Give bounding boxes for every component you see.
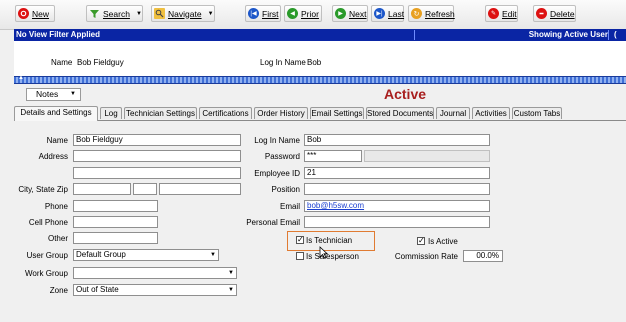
tab-custom-tabs[interactable]: Custom Tabs	[512, 107, 562, 119]
state-field[interactable]	[133, 183, 157, 195]
divider	[608, 30, 609, 40]
position-field[interactable]	[304, 183, 490, 195]
zone-label: Zone	[49, 286, 68, 295]
is-salesperson-label: Is Salesperson	[306, 252, 359, 261]
first-button[interactable]: |◀ First	[245, 5, 281, 22]
search-icon	[89, 8, 100, 19]
mouse-pointer-icon	[319, 246, 329, 261]
login-name-field[interactable]: Bob	[304, 134, 490, 146]
user-group-label: User Group	[26, 251, 68, 260]
filter-status: No View Filter Applied	[16, 30, 101, 39]
navigate-icon	[154, 8, 165, 19]
chevron-down-icon: ▼	[228, 270, 234, 276]
password-field[interactable]: ***	[304, 150, 362, 162]
address-line2-field[interactable]	[73, 167, 241, 179]
name-label: Name	[46, 136, 68, 145]
chevron-down-icon: ▼	[70, 91, 76, 97]
delete-button[interactable]: Delete	[533, 5, 576, 22]
user-group-select[interactable]: Default Group ▼	[73, 249, 219, 261]
tab-stored-documents[interactable]: Stored Documents	[366, 107, 434, 119]
collapse-arrow-icon[interactable]: ▲	[18, 75, 24, 81]
cell-phone-label: Cell Phone	[28, 218, 68, 227]
city-state-zip-label: City, State Zip	[18, 185, 68, 194]
splitter-bar[interactable]	[14, 76, 626, 84]
first-icon: |◀	[248, 8, 259, 19]
is-technician-label: Is Technician	[306, 236, 353, 245]
tab-journal[interactable]: Journal	[436, 107, 470, 119]
active-status: Active	[384, 86, 427, 102]
header-name-label: Name	[51, 58, 73, 67]
zip-field[interactable]	[159, 183, 241, 195]
refresh-icon: ↻	[411, 8, 422, 19]
record-header: Name Bob Fieldguy Log In Name Bob	[14, 41, 626, 76]
edit-icon: ✎	[488, 8, 499, 19]
name-field[interactable]: Bob Fieldguy	[73, 134, 241, 146]
phone-field[interactable]	[73, 200, 158, 212]
zone-value: Out of State	[76, 285, 119, 294]
chevron-down-icon: ▼	[135, 10, 142, 17]
filter-status-bar: No View Filter Applied Showing Active Us…	[14, 29, 626, 41]
new-button[interactable]: New	[15, 5, 55, 22]
chevron-down-icon: ▼	[207, 10, 214, 17]
user-group-value: Default Group	[76, 250, 126, 259]
commission-rate-label: Commission Rate	[394, 252, 458, 261]
cell-phone-field[interactable]	[73, 216, 158, 228]
next-icon: ▶	[335, 8, 346, 19]
new-icon	[18, 8, 29, 19]
navigate-button[interactable]: Navigate ▼	[151, 5, 215, 22]
position-label: Position	[271, 185, 300, 194]
commission-rate-field[interactable]: 00.0%	[463, 250, 503, 262]
phone-label: Phone	[44, 202, 68, 211]
last-icon: ▶|	[374, 8, 385, 19]
header-login-value: Bob	[307, 58, 322, 67]
last-button[interactable]: ▶| Last	[371, 5, 404, 22]
is-technician-checkbox[interactable]: ✓	[296, 236, 304, 244]
toolbar: New Search ▼ Navigate ▼ |◀ First ◀ Prior…	[0, 0, 626, 30]
tab-email-settings[interactable]: Email Settings	[310, 107, 364, 119]
work-group-select[interactable]: ▼	[73, 267, 237, 279]
chevron-down-icon: ▼	[210, 252, 216, 258]
is-active-label: Is Active	[428, 237, 458, 246]
password-label: Password	[264, 152, 300, 161]
address-line1-field[interactable]	[73, 150, 241, 162]
employee-id-field[interactable]: 21	[304, 167, 490, 179]
zone-select[interactable]: Out of State ▼	[73, 284, 237, 296]
tab-activities[interactable]: Activities	[472, 107, 510, 119]
email-field[interactable]: bob@h5sw.com	[304, 200, 490, 212]
is-salesperson-checkbox[interactable]	[296, 252, 304, 260]
personal-email-field[interactable]	[304, 216, 490, 228]
login-name-label: Log In Name	[254, 136, 300, 145]
header-name-value: Bob Fieldguy	[77, 58, 124, 67]
notes-label: Notes	[36, 89, 59, 99]
next-button[interactable]: ▶ Next	[332, 5, 368, 22]
work-group-label: Work Group	[25, 269, 68, 278]
tab-technician-settings[interactable]: Technician Settings	[124, 107, 197, 119]
status-edge: (	[614, 30, 617, 39]
notes-dropdown[interactable]: Notes ▼	[26, 88, 81, 101]
password-extra	[364, 150, 490, 162]
tab-certifications[interactable]: Certifications	[199, 107, 252, 119]
tab-log[interactable]: Log	[100, 107, 122, 119]
personal-email-label: Personal Email	[246, 218, 300, 227]
city-field[interactable]	[73, 183, 131, 195]
delete-icon	[536, 8, 547, 19]
tab-order-history[interactable]: Order History	[254, 107, 308, 119]
tab-bar: Details and Settings Log Technician Sett…	[14, 106, 626, 121]
search-button[interactable]: Search ▼	[86, 5, 143, 22]
address-label: Address	[38, 152, 68, 161]
header-login-label: Log In Name	[260, 58, 306, 67]
refresh-button[interactable]: ↻ Refresh	[408, 5, 455, 22]
divider	[414, 30, 415, 40]
tab-details-and-settings[interactable]: Details and Settings	[14, 106, 98, 121]
employee-id-label: Employee ID	[254, 169, 300, 178]
prior-icon: ◀	[287, 8, 298, 19]
prior-button[interactable]: ◀ Prior	[284, 5, 322, 22]
is-active-checkbox[interactable]: ✓	[417, 237, 425, 245]
other-label: Other	[47, 234, 68, 243]
showing-status: Showing Active User	[528, 30, 608, 39]
email-label: Email	[279, 202, 300, 211]
other-phone-field[interactable]	[73, 232, 158, 244]
edit-button[interactable]: ✎ Edit	[485, 5, 518, 22]
chevron-down-icon: ▼	[228, 287, 234, 293]
